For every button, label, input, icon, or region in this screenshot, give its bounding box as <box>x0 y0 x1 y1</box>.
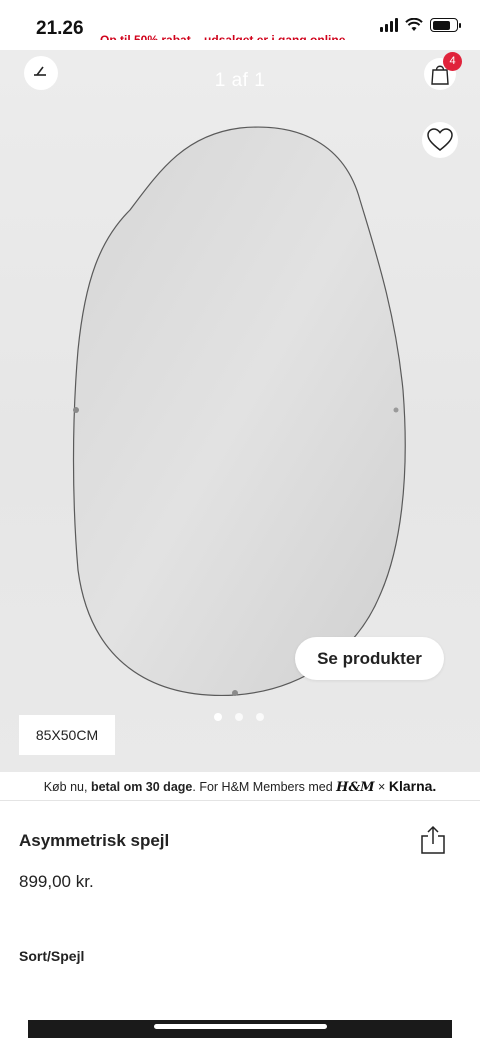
see-products-button[interactable]: Se produkter <box>295 637 444 680</box>
product-price: 899,00 kr. <box>19 872 94 891</box>
image-counter: 1 af 1 <box>214 70 266 91</box>
wifi-icon <box>405 18 423 31</box>
battery-level <box>432 20 450 30</box>
klarna-banner[interactable]: Køb nu, betal om 30 dage. For H&M Member… <box>0 772 480 800</box>
favorite-button[interactable] <box>422 122 458 158</box>
signal-icon <box>380 18 398 32</box>
promo-banner[interactable]: Op til 50% rabat – udsalget er i gang on… <box>100 27 382 40</box>
share-icon <box>421 825 445 854</box>
hm-logo: H&M <box>336 780 375 795</box>
carousel-dot[interactable] <box>235 713 243 721</box>
cart-button[interactable]: 4 <box>424 52 462 90</box>
heart-icon <box>427 128 453 151</box>
klarna-prefix: Køb nu, <box>43 780 91 794</box>
carousel-dot[interactable] <box>256 713 264 721</box>
size-tag: 85X50CM <box>19 715 115 755</box>
status-bar: 21.26 Op til 50% rabat – udsalget er i g… <box>0 0 480 50</box>
product-color: Sort/Spejl <box>19 948 85 964</box>
status-time: 21.26 <box>36 18 84 39</box>
home-indicator <box>154 1024 327 1029</box>
battery-icon <box>430 18 461 32</box>
status-icons <box>380 18 461 32</box>
klarna-times: × <box>374 780 389 794</box>
carousel-dots <box>214 713 264 721</box>
klarna-pay-later: betal om 30 dage <box>90 780 193 794</box>
carousel-dot[interactable] <box>214 713 222 721</box>
cart-count-badge: 4 <box>443 52 462 71</box>
klarna-middle: . For H&M Members med <box>192 780 337 794</box>
product-image-gallery[interactable]: 1 af 1 4 Se produkter 85X50CM <box>0 50 480 772</box>
klarna-logo: Klarna. <box>388 778 437 794</box>
add-to-bag-bar[interactable] <box>28 1020 452 1038</box>
share-button[interactable] <box>419 825 447 855</box>
product-title: Asymmetrisk spejl <box>19 831 170 850</box>
divider <box>0 800 480 801</box>
